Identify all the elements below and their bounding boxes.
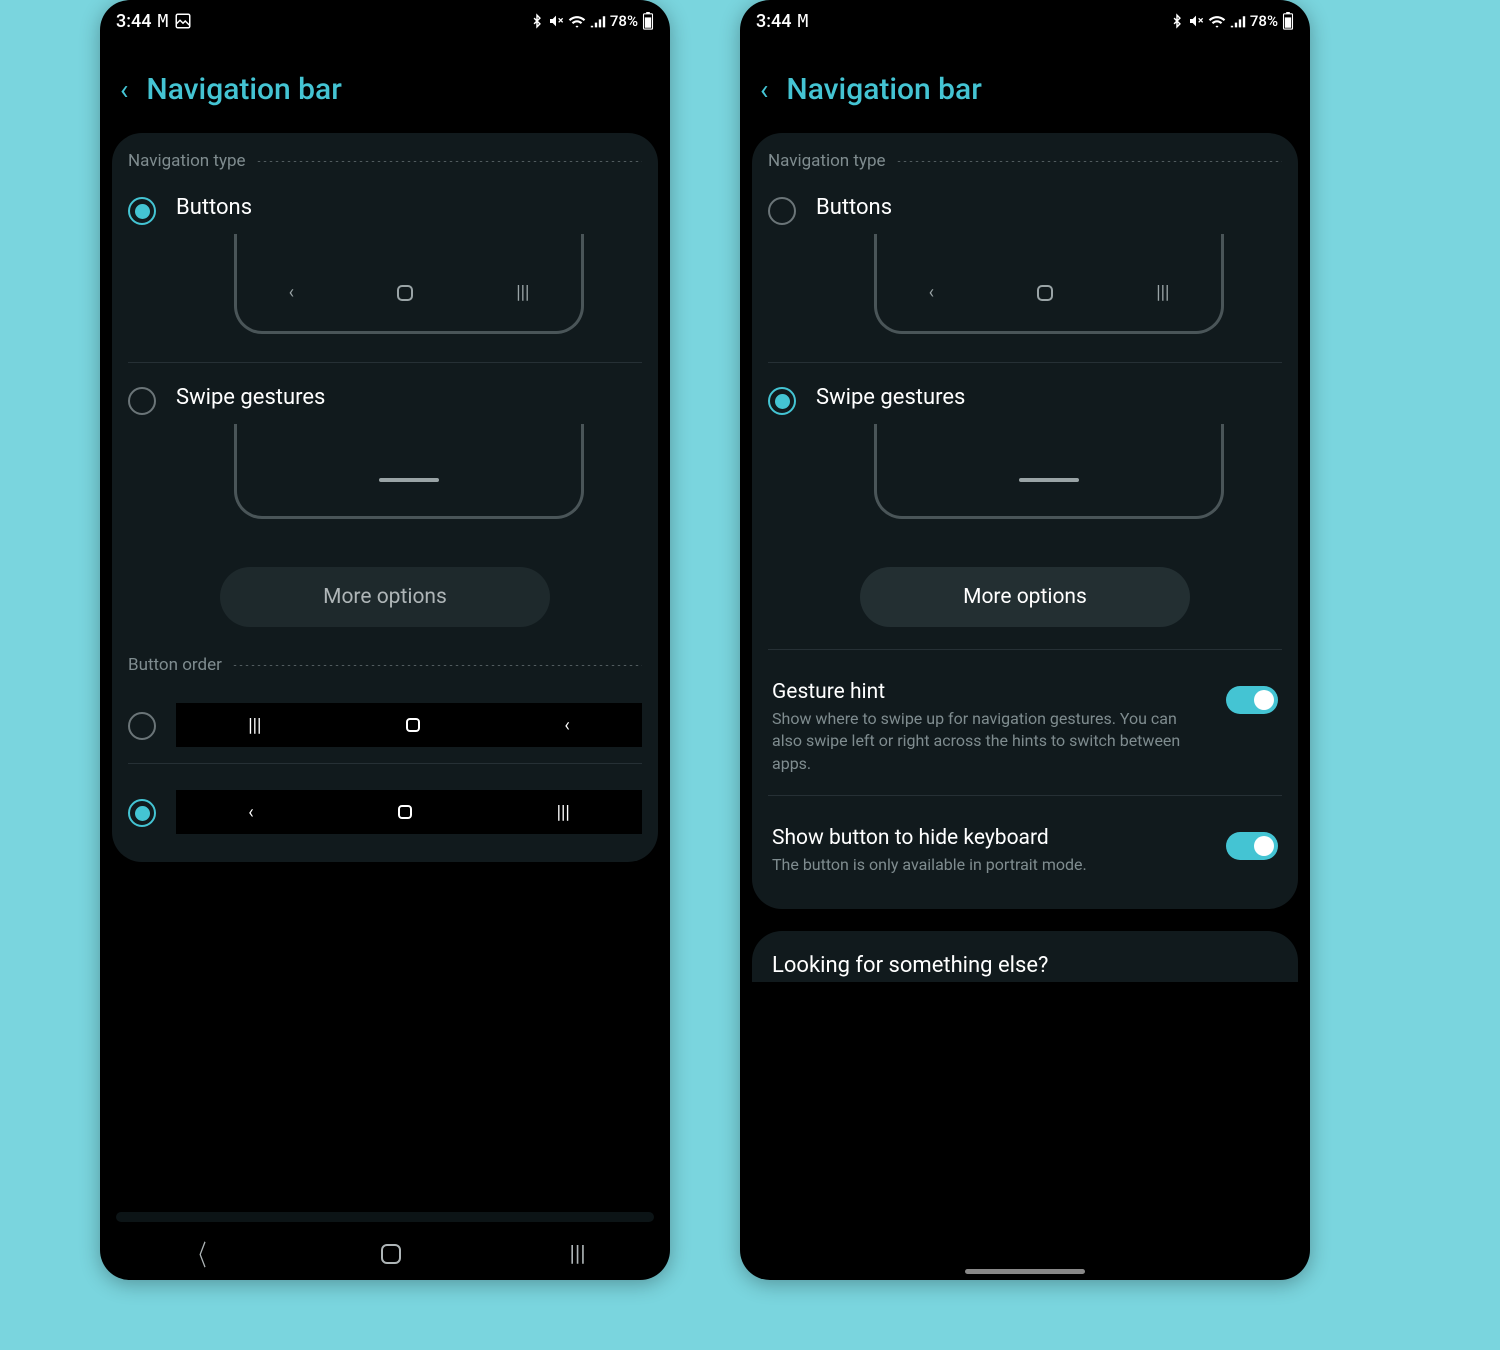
phone-screenshot-right: 3:44 M 78% ‹ Navigation bar bbox=[740, 0, 1310, 1280]
option-swipe[interactable]: Swipe gestures bbox=[768, 379, 1282, 541]
sysnav-recents-icon[interactable]: ||| bbox=[570, 1242, 586, 1267]
radio-order-a[interactable] bbox=[128, 712, 156, 740]
gmail-icon: M bbox=[797, 11, 808, 32]
gallery-icon bbox=[174, 12, 192, 30]
page-title: Navigation bar bbox=[146, 72, 341, 107]
bluetooth-icon bbox=[1170, 13, 1184, 29]
radio-buttons[interactable] bbox=[128, 197, 156, 225]
wifi-icon bbox=[1208, 14, 1226, 28]
page-header: ‹ Navigation bar bbox=[100, 42, 670, 133]
option-buttons[interactable]: Buttons ‹ ||| bbox=[768, 189, 1282, 356]
gesture-pill-icon bbox=[379, 478, 439, 482]
toggle-gesture-hint[interactable]: Gesture hint Show where to swipe up for … bbox=[768, 666, 1282, 789]
switch-gesture-hint[interactable] bbox=[1226, 686, 1278, 714]
signal-icon bbox=[1230, 14, 1246, 28]
battery-percent: 78% bbox=[610, 12, 638, 30]
back-icon: ‹ bbox=[929, 282, 934, 303]
order-option-b[interactable]: ‹ ||| bbox=[128, 780, 642, 844]
preview-swipe bbox=[234, 424, 584, 519]
option-buttons-label: Buttons bbox=[816, 195, 1282, 220]
looking-text: Looking for something else? bbox=[772, 953, 1278, 978]
option-swipe-label: Swipe gestures bbox=[816, 385, 1282, 410]
section-heading-order: Button order bbox=[128, 655, 642, 675]
sysnav-back-icon[interactable]: 〈 bbox=[190, 1234, 207, 1274]
recents-icon: ||| bbox=[516, 282, 529, 303]
back-icon: ‹ bbox=[248, 802, 253, 823]
more-options-button[interactable]: More options bbox=[860, 567, 1190, 627]
home-icon bbox=[1037, 285, 1053, 301]
toggle-title: Gesture hint bbox=[772, 680, 1210, 704]
wifi-icon bbox=[568, 14, 586, 28]
home-icon bbox=[397, 285, 413, 301]
order-bar-a: ||| ‹ bbox=[176, 703, 642, 747]
radio-swipe[interactable] bbox=[128, 387, 156, 415]
back-icon: ‹ bbox=[289, 282, 294, 303]
gmail-icon: M bbox=[157, 11, 168, 32]
toggle-hide-keyboard[interactable]: Show button to hide keyboard The button … bbox=[768, 812, 1282, 890]
navigation-type-card: Navigation type Buttons ‹ ||| Swipe gest… bbox=[752, 133, 1298, 909]
system-nav-bar: 〈 ||| bbox=[100, 1228, 670, 1280]
looking-for-card[interactable]: Looking for something else? bbox=[752, 931, 1298, 982]
system-gesture-bar[interactable] bbox=[965, 1269, 1085, 1274]
mute-icon bbox=[548, 13, 564, 29]
recents-icon: ||| bbox=[1156, 282, 1169, 303]
toggle-desc: The button is only available in portrait… bbox=[772, 854, 1210, 876]
signal-icon bbox=[590, 14, 606, 28]
radio-order-b[interactable] bbox=[128, 799, 156, 827]
recents-icon: ||| bbox=[557, 802, 570, 823]
radio-buttons[interactable] bbox=[768, 197, 796, 225]
clock: 3:44 bbox=[756, 11, 791, 32]
battery-icon bbox=[642, 12, 654, 30]
home-icon bbox=[398, 805, 412, 819]
back-icon: ‹ bbox=[564, 715, 569, 736]
sysnav-home-icon[interactable] bbox=[381, 1244, 401, 1264]
status-bar: 3:44 M 78% bbox=[100, 0, 670, 42]
navigation-type-card: Navigation type Buttons ‹ ||| Swipe gest… bbox=[112, 133, 658, 862]
preview-swipe bbox=[874, 424, 1224, 519]
order-bar-b: ‹ ||| bbox=[176, 790, 642, 834]
battery-percent: 78% bbox=[1250, 12, 1278, 30]
home-icon bbox=[406, 718, 420, 732]
bluetooth-icon bbox=[530, 13, 544, 29]
battery-icon bbox=[1282, 12, 1294, 30]
back-button[interactable]: ‹ bbox=[120, 76, 128, 104]
option-swipe[interactable]: Swipe gestures bbox=[128, 379, 642, 541]
order-option-a[interactable]: ||| ‹ bbox=[128, 693, 642, 757]
preview-buttons: ‹ ||| bbox=[874, 234, 1224, 334]
clock: 3:44 bbox=[116, 11, 151, 32]
toggle-title: Show button to hide keyboard bbox=[772, 826, 1210, 850]
section-heading-navtype: Navigation type bbox=[128, 151, 642, 171]
radio-swipe[interactable] bbox=[768, 387, 796, 415]
option-buttons[interactable]: Buttons ‹ ||| bbox=[128, 189, 642, 356]
section-heading-navtype: Navigation type bbox=[768, 151, 1282, 171]
switch-hide-keyboard[interactable] bbox=[1226, 832, 1278, 860]
option-buttons-label: Buttons bbox=[176, 195, 642, 220]
more-options-button[interactable]: More options bbox=[220, 567, 550, 627]
toggle-desc: Show where to swipe up for navigation ge… bbox=[772, 708, 1210, 775]
status-bar: 3:44 M 78% bbox=[740, 0, 1310, 42]
recents-icon: ||| bbox=[248, 715, 261, 736]
phone-screenshot-left: 3:44 M 78% ‹ Navigat bbox=[100, 0, 670, 1280]
option-swipe-label: Swipe gestures bbox=[176, 385, 642, 410]
gesture-pill-icon bbox=[1019, 478, 1079, 482]
scrollbar-indicator bbox=[116, 1212, 654, 1222]
page-header: ‹ Navigation bar bbox=[740, 42, 1310, 133]
page-title: Navigation bar bbox=[786, 72, 981, 107]
back-button[interactable]: ‹ bbox=[760, 76, 768, 104]
mute-icon bbox=[1188, 13, 1204, 29]
preview-buttons: ‹ ||| bbox=[234, 234, 584, 334]
